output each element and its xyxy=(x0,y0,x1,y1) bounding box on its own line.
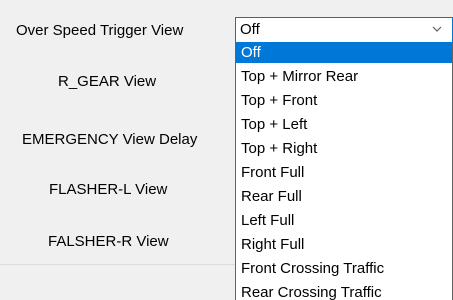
dropdown-option-right-full[interactable]: Right Full xyxy=(236,235,452,255)
flasher-l-view-label: FLASHER-L View xyxy=(49,181,168,198)
dropdown-option-front-full[interactable]: Front Full xyxy=(236,163,452,183)
falsher-r-view-label: FALSHER-R View xyxy=(48,233,169,250)
dropdown-option-left-full[interactable]: Left Full xyxy=(236,211,452,231)
over-speed-trigger-view-select[interactable]: Off xyxy=(235,17,453,43)
dropdown-option-top-left[interactable]: Top + Left xyxy=(236,115,452,135)
dropdown-option-rear-crossing-traffic[interactable]: Rear Crossing Traffic xyxy=(236,283,452,300)
dropdown-option-rear-full[interactable]: Rear Full xyxy=(236,187,452,207)
dropdown-option-top-right[interactable]: Top + Right xyxy=(236,139,452,159)
dropdown-option-top-front[interactable]: Top + Front xyxy=(236,91,452,111)
dropdown-list[interactable]: Off Top + Mirror Rear Top + Front Top + … xyxy=(235,43,453,300)
dropdown-option-front-crossing-traffic[interactable]: Front Crossing Traffic xyxy=(236,259,452,279)
over-speed-trigger-view-label: Over Speed Trigger View xyxy=(16,22,184,39)
chevron-down-icon[interactable] xyxy=(430,22,444,36)
dropdown-option-off[interactable]: Off xyxy=(236,43,452,63)
emergency-view-delay-label: EMERGENCY View Delay xyxy=(22,131,198,148)
divider xyxy=(0,264,235,265)
dropdown-option-top-mirror-rear[interactable]: Top + Mirror Rear xyxy=(236,67,452,87)
select-current-value: Off xyxy=(240,21,260,38)
r-gear-view-label: R_GEAR View xyxy=(58,73,157,90)
